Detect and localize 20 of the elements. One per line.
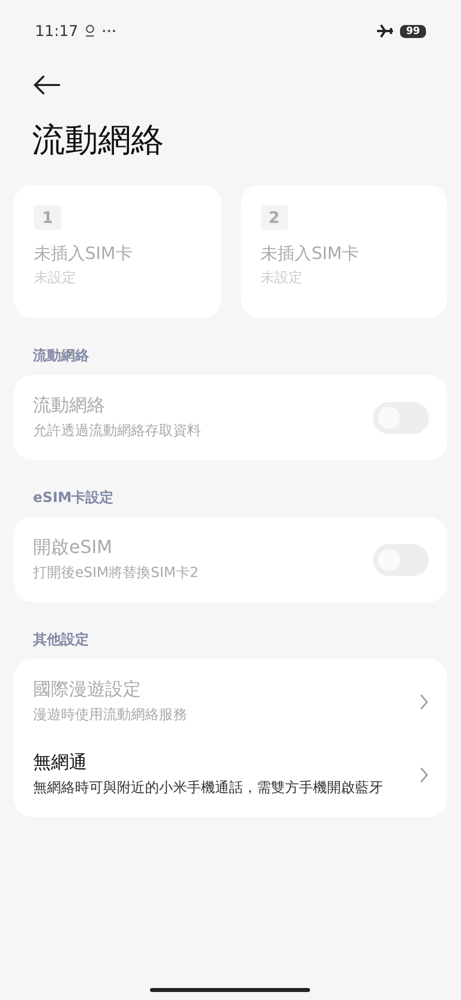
back-arrow-icon[interactable] bbox=[32, 74, 62, 96]
chevron-right-icon[interactable] bbox=[419, 766, 429, 784]
section-header: 流動網絡 bbox=[33, 347, 90, 365]
section-header: eSIM卡設定 bbox=[33, 489, 115, 507]
battery-level: 99 bbox=[400, 24, 426, 38]
setting-description: 漫遊時使用流動網絡服務 bbox=[33, 706, 188, 725]
sim-status: 未插入SIM卡 bbox=[260, 243, 359, 265]
sim-slot-number: 2 bbox=[260, 205, 288, 230]
sim-slot-number: 1 bbox=[34, 205, 62, 230]
page-title: 流動網絡 bbox=[32, 119, 165, 161]
more-icon bbox=[102, 29, 116, 33]
sim-status: 未插入SIM卡 bbox=[34, 243, 132, 265]
status-time: 11:17 bbox=[35, 22, 78, 40]
setting-title[interactable]: 無網通 bbox=[33, 750, 407, 774]
section-header: 其他設定 bbox=[33, 631, 90, 649]
airplane-icon bbox=[376, 23, 394, 39]
chevron-right-icon[interactable] bbox=[419, 692, 429, 710]
setting-description: 無網絡時可與附近的小米手機通話，需雙方手機開啟藍牙 bbox=[33, 779, 384, 798]
setting-description: 打開後eSIM將替換SIM卡2 bbox=[33, 564, 200, 583]
setting-description: 允許透過流動網絡存取資料 bbox=[33, 422, 202, 441]
